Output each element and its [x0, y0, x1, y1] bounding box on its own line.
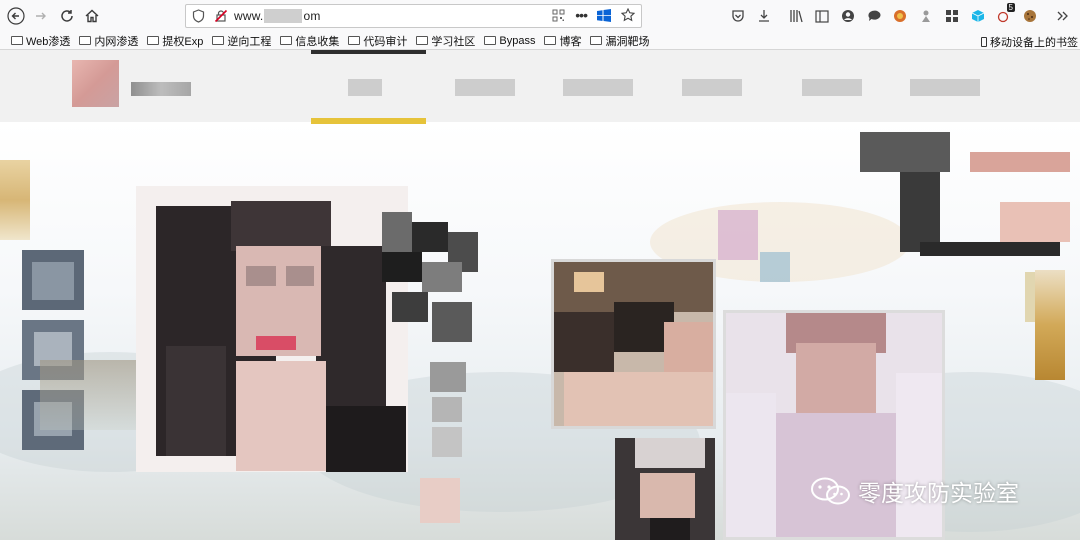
- reload-icon[interactable]: [55, 4, 79, 28]
- bookmark-label: 信息收集: [295, 35, 340, 48]
- bookmark-label: Web渗透: [26, 35, 71, 48]
- wechat-icon: [810, 476, 852, 506]
- counter-extension-icon[interactable]: 5: [993, 3, 1015, 26]
- bookmark-folder[interactable]: 内网渗透: [79, 33, 138, 49]
- bookmark-label: 学习社区: [431, 35, 476, 48]
- bookmark-folder[interactable]: Web渗透: [11, 33, 70, 49]
- watermark-text: 零度攻防实验室: [858, 481, 1019, 507]
- extension-icon[interactable]: [889, 6, 911, 26]
- url-prefix: www.: [234, 8, 264, 23]
- phone-icon: [981, 37, 987, 47]
- hanging-tassel-decoration: [1035, 270, 1065, 380]
- nav-item-redacted[interactable]: [563, 79, 633, 96]
- forward-arrow-icon[interactable]: [29, 4, 53, 28]
- grid-icon[interactable]: [941, 6, 963, 26]
- folder-icon: [348, 36, 361, 45]
- mobile-bookmarks-label: 移动设备上的书签: [990, 37, 1078, 49]
- windows-icon[interactable]: [597, 8, 611, 22]
- folder-icon: [544, 36, 557, 45]
- sidebar-icon[interactable]: [811, 6, 833, 26]
- nav-item-redacted[interactable]: [910, 79, 980, 96]
- insecure-lock-icon[interactable]: [214, 9, 228, 23]
- main-portrait-photo[interactable]: [136, 186, 408, 472]
- download-icon[interactable]: [753, 6, 775, 26]
- folder-icon: [212, 36, 225, 45]
- home-icon[interactable]: [80, 4, 104, 28]
- bookmark-label: 内网渗透: [94, 35, 139, 48]
- redacted-domain: [264, 9, 303, 24]
- lantern-decoration: [0, 160, 30, 240]
- bookmark-folder[interactable]: 信息收集: [280, 33, 339, 49]
- folder-icon: [590, 36, 603, 45]
- bookmark-label: 逆向工程: [227, 35, 272, 48]
- overflow-chevron-icon[interactable]: [1051, 6, 1073, 26]
- bookmark-folder[interactable]: 学习社区: [416, 33, 475, 49]
- mobile-bookmarks[interactable]: 移动设备上的书签: [981, 34, 1078, 50]
- flower-accent: [760, 252, 790, 282]
- bookmark-folder[interactable]: 漏洞靶场: [590, 33, 649, 49]
- bookmarks-bar: Web渗透 内网渗透 提权Exp 逆向工程 信息收集 代码审计 学习社区 Byp…: [0, 32, 1080, 50]
- bookmark-folder[interactable]: 代码审计: [348, 33, 407, 49]
- nav-item-redacted[interactable]: [802, 79, 862, 96]
- bookmark-label: 漏洞靶场: [605, 35, 650, 48]
- site-name-redacted: [131, 82, 191, 96]
- pixelated-mosaic: [382, 212, 482, 472]
- bookmark-folder[interactable]: Bypass: [484, 35, 535, 47]
- active-nav-highlight: [311, 118, 426, 124]
- url-text[interactable]: www. om: [234, 9, 321, 24]
- folder-icon: [484, 36, 497, 45]
- cookie-icon[interactable]: [1019, 6, 1041, 26]
- extension-badge: 5: [1006, 3, 1015, 12]
- bookmark-folder[interactable]: 提权Exp: [147, 33, 203, 49]
- account-icon[interactable]: [837, 6, 859, 26]
- active-nav-indicator: [311, 50, 426, 54]
- site-logo[interactable]: [72, 60, 119, 107]
- tool-icon[interactable]: [915, 6, 937, 26]
- bookmark-folder[interactable]: 逆向工程: [212, 33, 271, 49]
- folder-icon: [147, 36, 160, 45]
- hat-portrait-photo[interactable]: [615, 438, 715, 540]
- library-icon[interactable]: [785, 6, 807, 26]
- folder-icon: [11, 36, 23, 45]
- more-dots-icon[interactable]: •••: [575, 8, 588, 22]
- pocket-icon[interactable]: [727, 6, 749, 26]
- back-arrow-icon[interactable]: [4, 4, 28, 28]
- wechat-watermark: 零度攻防实验室: [810, 474, 1019, 508]
- browser-toolbar: www. om ••• 5: [0, 0, 1080, 32]
- tree-decoration: [40, 360, 150, 430]
- bookmark-folder[interactable]: 博客: [544, 33, 581, 49]
- flower-accent: [718, 210, 758, 260]
- toolbar-icons: 5: [727, 3, 1073, 26]
- url-bar[interactable]: www. om •••: [185, 4, 642, 28]
- qr-code-icon[interactable]: [552, 9, 565, 22]
- pixelated-thumb[interactable]: [420, 478, 460, 523]
- bookmark-label: 博客: [559, 35, 582, 48]
- nav-item-redacted[interactable]: [682, 79, 742, 96]
- couple-photo[interactable]: [551, 259, 716, 429]
- nav-item-redacted[interactable]: [348, 79, 382, 96]
- bookmark-label: 提权Exp: [162, 35, 204, 48]
- nav-item-redacted[interactable]: [455, 79, 515, 96]
- folder-icon: [280, 36, 293, 45]
- bookmark-label: 代码审计: [363, 35, 408, 48]
- shield-icon[interactable]: [192, 9, 205, 23]
- cube-icon[interactable]: [967, 6, 989, 26]
- folder-icon: [79, 36, 92, 45]
- url-suffix: om: [303, 8, 321, 23]
- star-icon[interactable]: [621, 8, 635, 22]
- chat-icon[interactable]: [863, 6, 885, 26]
- bookmark-label: Bypass: [499, 34, 536, 47]
- folder-icon: [416, 36, 429, 45]
